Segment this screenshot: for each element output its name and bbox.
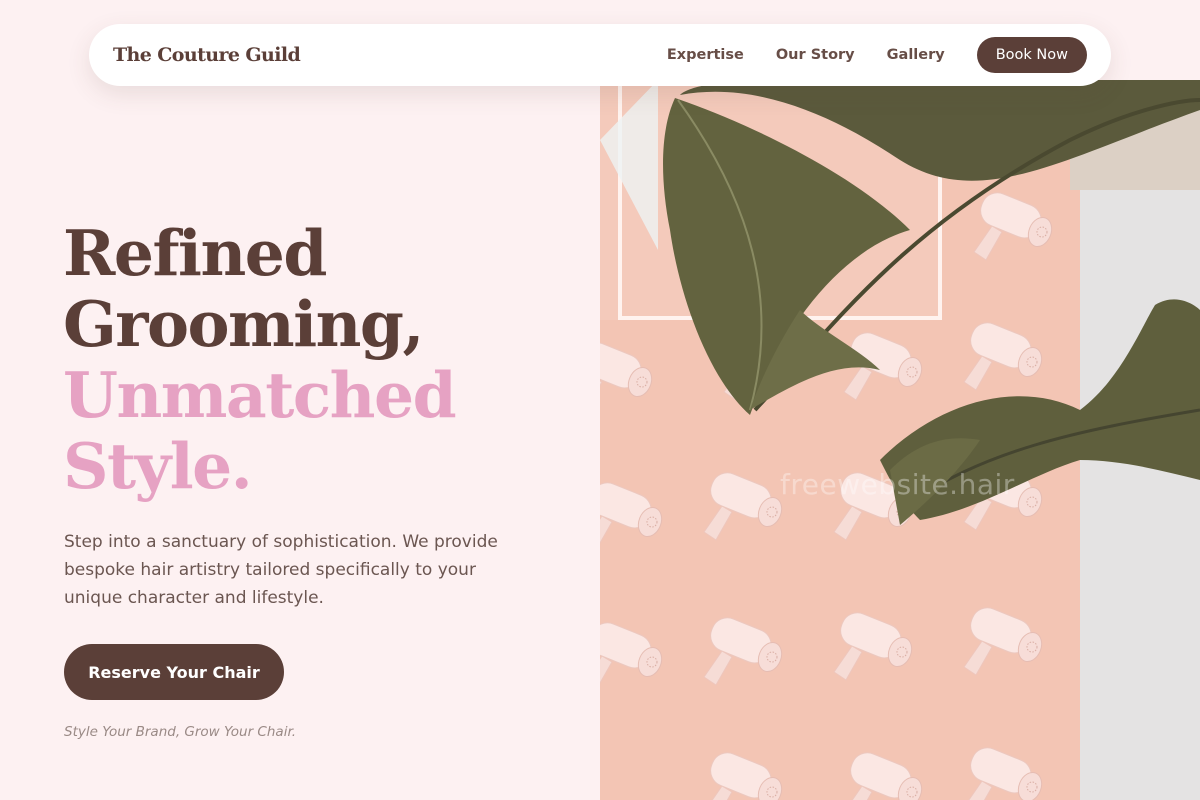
nav-link-our-story[interactable]: Our Story: [776, 47, 855, 63]
nav-link-gallery[interactable]: Gallery: [887, 47, 945, 63]
image-watermark: freewebsite.hair: [780, 468, 1015, 501]
brand-logo[interactable]: The Couture Guild: [113, 44, 301, 66]
navbar: The Couture Guild Expertise Our Story Ga…: [89, 24, 1111, 86]
salon-wall-illustration: [600, 80, 1200, 800]
headline-line-1: Refined: [63, 216, 327, 290]
hero-tagline: Style Your Brand, Grow Your Chair.: [64, 724, 297, 740]
headline-line-2: Grooming,: [63, 287, 424, 361]
headline-line-3: Unmatched: [63, 358, 457, 432]
hero-image: [600, 80, 1200, 800]
hero-lead-text: Step into a sanctuary of sophistication.…: [64, 532, 498, 608]
nav-links: Expertise Our Story Gallery: [667, 47, 945, 63]
headline-line-4: Style.: [63, 429, 253, 503]
book-now-button[interactable]: Book Now: [976, 37, 1087, 73]
reserve-chair-button[interactable]: Reserve Your Chair: [64, 644, 284, 700]
hero-headline: Refined Grooming, Unmatched Style.: [63, 216, 457, 503]
nav-link-expertise[interactable]: Expertise: [667, 47, 744, 63]
